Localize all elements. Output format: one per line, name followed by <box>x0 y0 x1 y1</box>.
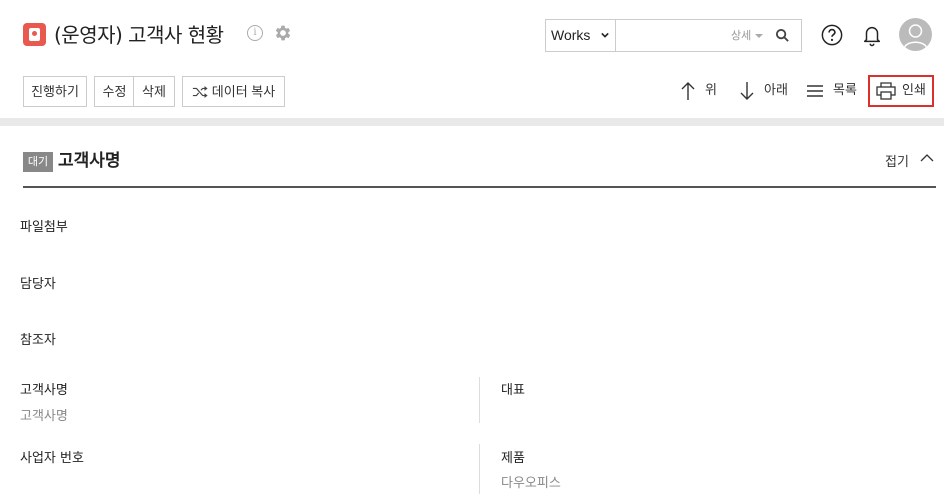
gear-icon[interactable] <box>273 23 293 43</box>
page-title: (운영자) 고객사 현황 <box>54 23 224 47</box>
help-icon[interactable] <box>821 24 843 46</box>
customer-name-label: 고객사명 <box>20 383 68 398</box>
search-scope-select[interactable]: Works <box>546 20 616 51</box>
user-silhouette-icon <box>903 24 928 50</box>
caret-down-icon <box>755 34 763 38</box>
business-number-label: 사업자 번호 <box>20 451 84 466</box>
product-label: 제품 <box>501 451 525 466</box>
info-icon[interactable]: i <box>247 25 263 41</box>
move-down-label: 아래 <box>764 83 788 98</box>
app-icon <box>23 23 46 46</box>
shuffle-icon <box>192 86 208 98</box>
search-scope-value: Works <box>551 27 591 43</box>
print-button[interactable]: 인쇄 <box>868 75 934 107</box>
search-input[interactable] <box>618 22 728 49</box>
cc-label: 참조자 <box>20 333 56 348</box>
bell-icon[interactable] <box>861 23 883 47</box>
column-separator <box>479 377 480 423</box>
print-label: 인쇄 <box>902 83 926 98</box>
arrow-down-icon <box>740 82 754 100</box>
status-badge: 대기 <box>23 152 53 172</box>
move-up-label: 위 <box>705 83 717 98</box>
search-icon[interactable] <box>775 28 790 43</box>
section-rule <box>23 186 936 188</box>
page-header: (운영자) 고객사 현황 i Works 상세 <box>0 0 944 70</box>
edit-button[interactable]: 수정 <box>94 76 134 107</box>
printer-icon <box>876 82 896 100</box>
delete-button[interactable]: 삭제 <box>133 76 175 107</box>
chevron-down-icon <box>601 32 609 38</box>
list-icon <box>807 85 823 97</box>
column-separator <box>479 444 480 494</box>
product-value: 다우오피스 <box>501 476 561 491</box>
section-divider <box>0 118 944 126</box>
representative-label: 대표 <box>501 383 525 398</box>
fold-label: 접기 <box>885 155 909 170</box>
copy-data-button[interactable]: 데이터 복사 <box>182 76 285 107</box>
search-box: Works 상세 <box>545 19 802 52</box>
attachment-label: 파일첨부 <box>20 220 68 235</box>
copy-data-label: 데이터 복사 <box>211 84 276 99</box>
assignee-label: 담당자 <box>20 277 56 292</box>
user-avatar[interactable] <box>899 18 932 51</box>
list-label: 목록 <box>833 83 857 98</box>
progress-button[interactable]: 진행하기 <box>23 76 87 107</box>
chevron-up-icon <box>920 154 934 162</box>
fold-toggle[interactable]: 접기 <box>885 151 934 170</box>
section-title: 고객사명 <box>58 151 121 171</box>
customer-name-value: 고객사명 <box>20 409 68 424</box>
arrow-up-icon <box>681 82 695 100</box>
search-detail-toggle[interactable]: 상세 <box>731 20 751 51</box>
